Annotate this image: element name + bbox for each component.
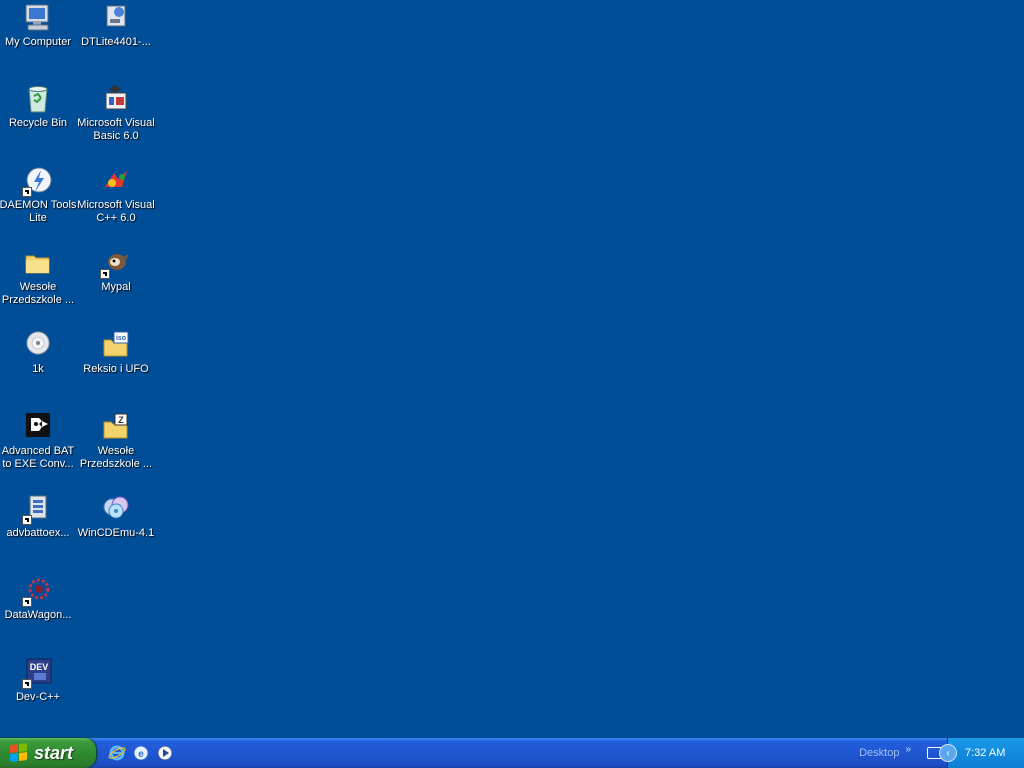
shortcut-arrow-icon	[100, 269, 110, 279]
icon-label: Mypal	[101, 281, 131, 293]
shortcut-arrow-icon	[22, 187, 32, 197]
dev-cpp-icon: DEV	[22, 657, 54, 689]
desktop-icon-wincdemu[interactable]: WinCDEmu-4.1	[77, 493, 155, 540]
media-player-icon[interactable]	[156, 744, 174, 762]
zip-folder-icon: Z	[100, 411, 132, 443]
folder-icon	[22, 247, 54, 279]
desktop-icon-datawagon[interactable]: DataWagon...	[0, 575, 77, 622]
daemon-tools-icon	[22, 165, 54, 197]
visual-basic-icon	[100, 83, 132, 115]
clock[interactable]: 7:32 AM	[965, 747, 1005, 759]
cd-disc-icon	[22, 329, 54, 361]
icon-label: Wesołe Przedszkole ...	[79, 445, 153, 470]
desktop-icon-ms-visual-cpp[interactable]: Microsoft Visual C++ 6.0	[77, 165, 155, 225]
desktop-icon-wesole-przedszkole-1[interactable]: Wesołe Przedszkole ...	[0, 247, 77, 307]
desktop-icon-advbattoex[interactable]: advbattoex...	[0, 493, 77, 540]
toolbar-chevron-icon[interactable]: »	[905, 744, 911, 755]
internet-explorer-icon[interactable]	[108, 744, 126, 762]
taskbar: start e Desktop » ‹ 7:32 AM	[0, 738, 1024, 768]
svg-text:DEV: DEV	[30, 662, 49, 672]
desktop-icon-advanced-bat[interactable]: Advanced BAT to EXE Conv...	[0, 411, 77, 471]
desktop-icon-ms-visual-basic[interactable]: Microsoft Visual Basic 6.0	[77, 83, 155, 143]
desktop-toolbar-label[interactable]: Desktop	[859, 747, 899, 759]
desktop-icon-mypal[interactable]: Mypal	[77, 247, 155, 294]
desktop-icon-dev-cpp[interactable]: DEV Dev-C++	[0, 657, 77, 704]
installer-icon	[22, 493, 54, 525]
icon-label: advbattoex...	[6, 527, 70, 539]
icon-label: Reksio i UFO	[83, 363, 149, 375]
wincdemu-icon	[100, 493, 132, 525]
outlook-express-icon[interactable]: e	[132, 744, 150, 762]
computer-icon	[22, 2, 54, 34]
windows-logo-icon	[10, 743, 28, 763]
icon-label: WinCDEmu-4.1	[77, 527, 155, 539]
icon-label: Microsoft Visual C++ 6.0	[77, 199, 155, 224]
datawagon-icon	[22, 575, 54, 607]
icon-label: My Computer	[4, 36, 72, 48]
icon-label: 1k	[32, 363, 44, 375]
bat-converter-icon	[22, 411, 54, 443]
icon-label: Dev-C++	[15, 691, 61, 703]
mypal-icon	[100, 247, 132, 279]
icon-label: Wesołe Przedszkole ...	[1, 281, 75, 306]
shortcut-arrow-icon	[22, 515, 32, 525]
shortcut-arrow-icon	[22, 679, 32, 689]
desktop-icon-1k[interactable]: 1k	[0, 329, 77, 376]
icon-label: DataWagon...	[4, 609, 72, 621]
system-tray: ‹ 7:32 AM	[939, 738, 1024, 768]
icon-label: DAEMON Tools Lite	[0, 199, 77, 224]
start-label: start	[34, 742, 74, 763]
shortcut-arrow-icon	[22, 597, 32, 607]
icon-label: Recycle Bin	[8, 117, 68, 129]
recycle-bin-icon	[22, 83, 54, 115]
svg-text:Z: Z	[118, 415, 124, 425]
icon-label: Advanced BAT to EXE Conv...	[1, 445, 75, 470]
quick-launch-toolbar: e	[108, 744, 174, 762]
desktop-icon-reksio-ufo[interactable]: iso Reksio i UFO	[77, 329, 155, 376]
svg-text:e: e	[138, 749, 144, 760]
visual-cpp-icon	[100, 165, 132, 197]
icon-label: Microsoft Visual Basic 6.0	[77, 117, 155, 142]
desktop-icon-recycle-bin[interactable]: Recycle Bin	[0, 83, 77, 130]
start-button[interactable]: start	[0, 738, 96, 768]
desktop-icon-daemon-tools[interactable]: DAEMON Tools Lite	[0, 165, 77, 225]
iso-folder-icon: iso	[100, 329, 132, 361]
setup-installer-icon	[100, 2, 132, 34]
show-hidden-icons-button[interactable]: ‹	[939, 744, 957, 762]
icon-label: DTLite4401-...	[81, 36, 151, 48]
desktop-icon-wesole-przedszkole-2[interactable]: Z Wesołe Przedszkole ...	[77, 411, 155, 471]
desktop-icon-my-computer[interactable]: My Computer	[0, 2, 77, 49]
svg-text:iso: iso	[116, 335, 126, 342]
desktop-toolbar: Desktop »	[859, 738, 949, 768]
desktop-icon-dtlite[interactable]: DTLite4401-...	[77, 2, 155, 49]
desktop[interactable]: My Computer Recycle Bin DAEMON Tools Lit…	[0, 0, 1024, 738]
